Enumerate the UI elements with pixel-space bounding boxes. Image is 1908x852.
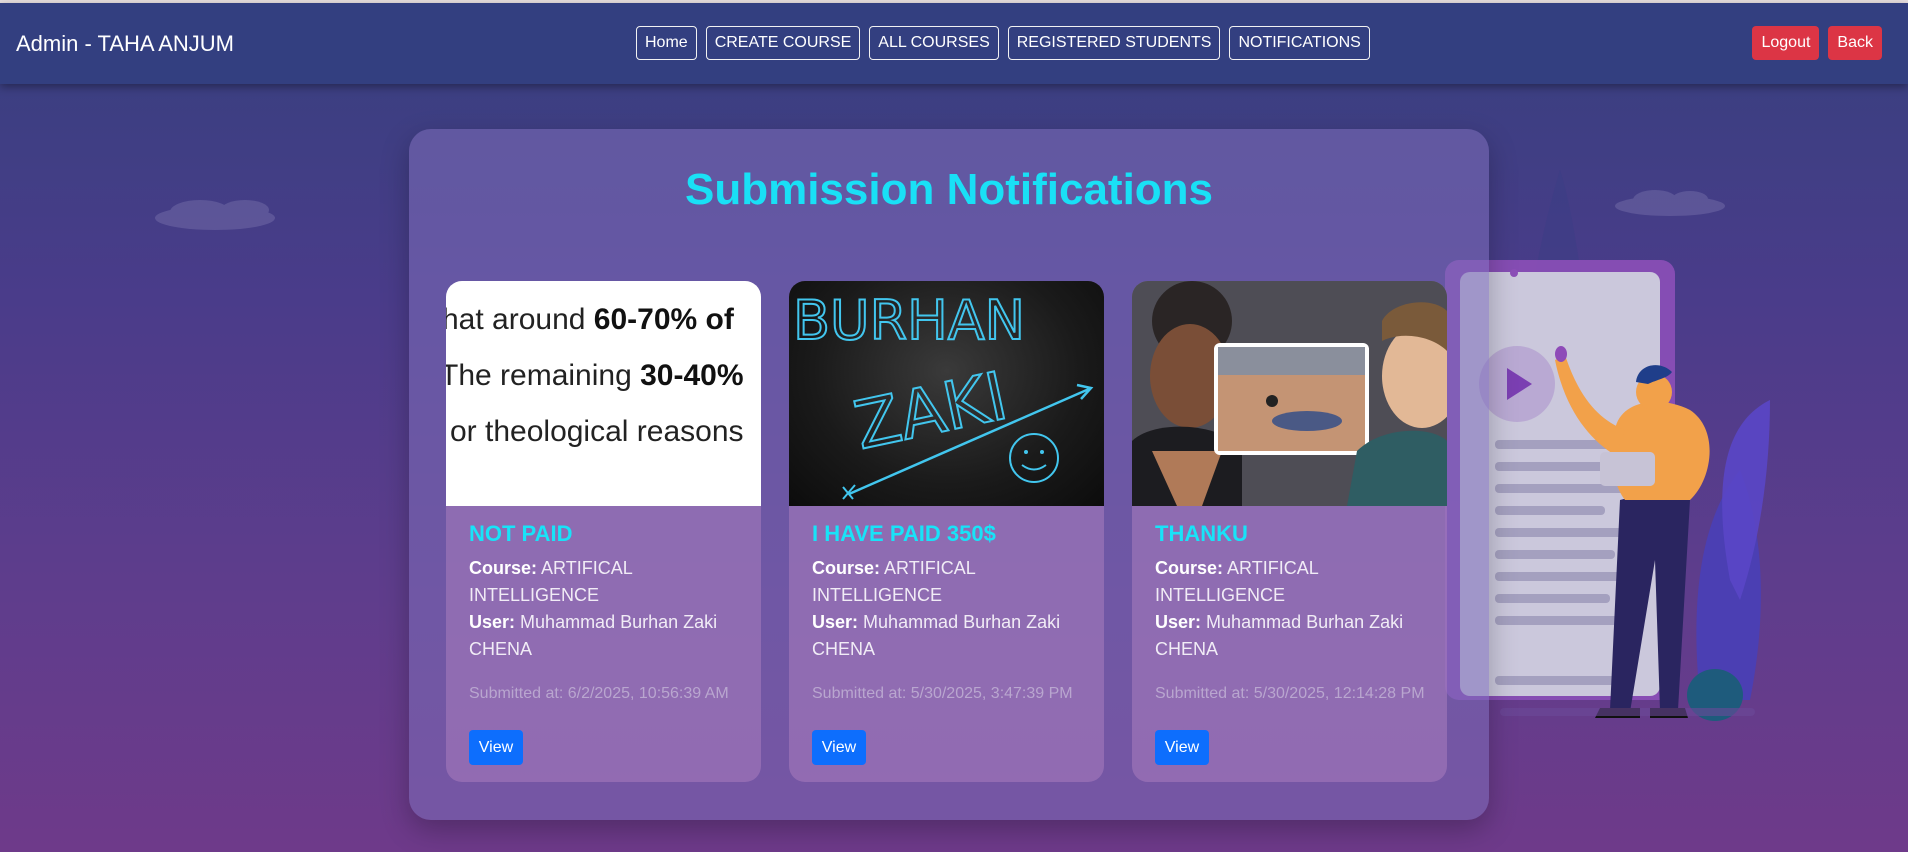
top-navbar: Admin - TAHA ANJUM Home CREATE COURSE AL… <box>0 3 1908 84</box>
logout-button[interactable]: Logout <box>1752 26 1820 60</box>
course-line: Course: ARTIFICAL INTELLIGENCE <box>812 555 1087 609</box>
user-label: User: <box>1155 612 1202 632</box>
card-title: THANKU <box>1155 521 1248 546</box>
header-actions: Logout Back <box>1752 26 1882 60</box>
admin-brand: Admin - TAHA ANJUM <box>16 31 235 56</box>
submitted-timestamp: Submitted at: 6/2/2025, 10:56:39 AM <box>469 685 729 702</box>
nav-home-button[interactable]: Home <box>636 26 697 60</box>
course-line: Course: ARTIFICAL INTELLIGENCE <box>1155 555 1430 609</box>
user-line: User: Muhammad Burhan Zaki CHENA <box>812 609 1087 663</box>
submitted-timestamp: Submitted at: 5/30/2025, 12:14:28 PM <box>1155 685 1425 702</box>
user-label: User: <box>469 612 516 632</box>
nav-registered-students-button[interactable]: REGISTERED STUDENTS <box>1007 26 1221 60</box>
notification-card: hat around 60-70% of The remaining 30-40… <box>446 281 761 782</box>
notification-card: THANKU Course: ARTIFICAL INTELLIGENCE Us… <box>1132 281 1447 782</box>
course-line: Course: ARTIFICAL INTELLIGENCE <box>469 555 744 609</box>
user-label: User: <box>812 612 859 632</box>
image-text: 30-40% <box>640 359 744 392</box>
user-line: User: Muhammad Burhan Zaki CHENA <box>1155 609 1430 663</box>
view-button[interactable]: View <box>1155 730 1209 765</box>
submitted-timestamp: Submitted at: 5/30/2025, 3:47:39 PM <box>812 685 1073 702</box>
user-line: User: Muhammad Burhan Zaki CHENA <box>469 609 744 663</box>
course-label: Course: <box>812 558 881 578</box>
nav-links: Home CREATE COURSE ALL COURSES REGISTERE… <box>636 26 1370 60</box>
handwriting-drawing: BURHAN ZAKI <box>792 288 1094 500</box>
nav-all-courses-button[interactable]: ALL COURSES <box>869 26 999 60</box>
submission-image[interactable]: BURHAN ZAKI <box>789 281 1104 506</box>
view-button[interactable]: View <box>469 730 523 765</box>
cloud-icon <box>1615 190 1725 216</box>
image-text: 60-70% of <box>593 303 734 336</box>
notification-card: BURHAN ZAKI I HAVE PAID 350$ Course: ART… <box>789 281 1104 782</box>
submission-image[interactable]: hat around 60-70% of The remaining 30-40… <box>446 281 761 506</box>
nav-create-course-button[interactable]: CREATE COURSE <box>705 26 861 60</box>
card-body: I HAVE PAID 350$ Course: ARTIFICAL INTEL… <box>812 521 1087 703</box>
view-button[interactable]: View <box>812 730 866 765</box>
image-text: ZAKI <box>848 357 1014 464</box>
card-body: NOT PAID Course: ARTIFICAL INTELLIGENCE … <box>469 521 744 703</box>
nav-notifications-button[interactable]: NOTIFICATIONS <box>1229 26 1370 60</box>
image-text: or theological reasons <box>450 415 744 448</box>
page-title: Submission Notifications <box>684 165 1214 214</box>
course-label: Course: <box>1155 558 1224 578</box>
back-button[interactable]: Back <box>1828 26 1882 60</box>
image-text: BURHAN <box>793 289 1025 352</box>
card-body: THANKU Course: ARTIFICAL INTELLIGENCE Us… <box>1155 521 1430 703</box>
submission-image[interactable] <box>1132 281 1447 506</box>
card-title: NOT PAID <box>469 521 573 546</box>
image-text: The remaining <box>446 359 641 392</box>
image-text: hat around <box>446 303 594 336</box>
notifications-panel: Submission Notifications hat around 60-7… <box>409 129 1489 820</box>
cloud-icon <box>155 200 275 230</box>
card-title: I HAVE PAID 350$ <box>812 521 996 546</box>
course-label: Course: <box>469 558 538 578</box>
photo-illustration <box>1132 281 1447 506</box>
